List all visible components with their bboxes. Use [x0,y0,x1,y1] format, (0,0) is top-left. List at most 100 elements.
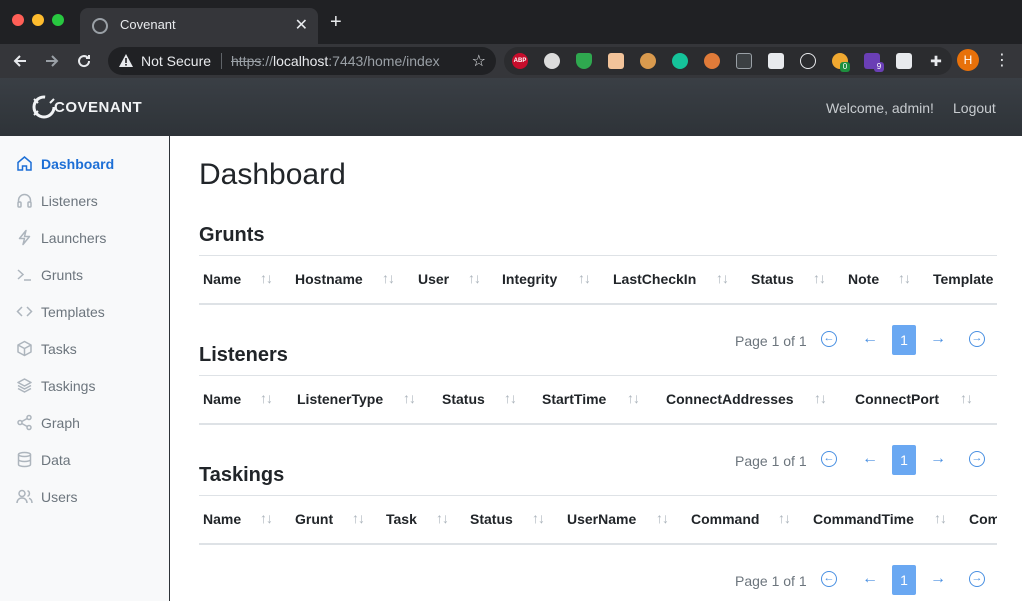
column-header[interactable]: Name [203,511,241,527]
previous-page-icon[interactable]: ← [859,328,881,350]
sidebar-item-launchers[interactable]: Launchers [0,219,168,256]
column-header[interactable]: StartTime [542,391,606,407]
column-header[interactable]: Command [691,511,759,527]
browser-tab[interactable]: Covenant ✕ [80,8,318,44]
column-header[interactable]: Status [442,391,485,407]
column-header[interactable]: Status [751,271,794,287]
sort-icon[interactable]: ↑↓ [403,390,416,406]
column-header[interactable]: Grunt [295,511,333,527]
extension-face-icon[interactable] [608,53,624,69]
privacy-shield-icon[interactable] [576,53,592,69]
profile-avatar[interactable]: H [957,49,979,71]
sort-icon[interactable]: ↑↓ [468,270,481,286]
sidebar-item-taskings[interactable]: Taskings [0,367,168,404]
sort-icon[interactable]: ↑↓ [814,390,827,406]
logout-link[interactable]: Logout [953,100,996,116]
next-page-icon[interactable]: → [927,568,949,590]
window-close-button[interactable] [12,14,24,26]
extension-cloud-icon[interactable] [544,53,560,69]
next-page-icon[interactable]: → [927,448,949,470]
sidebar-item-templates[interactable]: Templates [0,293,168,330]
page-number-button[interactable]: 1 [892,565,916,595]
page-number-button[interactable]: 1 [892,445,916,475]
new-tab-button[interactable]: + [330,12,342,32]
sidebar-item-tasks[interactable]: Tasks [0,330,168,367]
sort-icon[interactable]: ↑↓ [578,270,591,286]
last-page-icon[interactable]: → [969,571,985,587]
sidebar-item-grunts[interactable]: Grunts [0,256,168,293]
column-header[interactable]: Task [386,511,417,527]
tab-close-icon[interactable]: ✕ [295,15,308,35]
grammarly-icon[interactable] [672,53,688,69]
react-devtools-icon[interactable] [800,53,816,69]
last-page-icon[interactable]: → [969,331,985,347]
sort-icon[interactable]: ↑↓ [960,390,973,406]
sidebar-item-users[interactable]: Users [0,478,168,515]
previous-page-icon[interactable]: ← [859,448,881,470]
sort-icon[interactable]: ↑↓ [934,510,947,526]
column-header[interactable]: LastCheckIn [613,271,696,287]
first-page-icon[interactable]: ← [821,331,837,347]
home-icon [17,156,32,171]
browser-menu-icon[interactable]: ⋮ [994,50,1010,70]
sort-icon[interactable]: ↑↓ [627,390,640,406]
extension-folder-icon[interactable] [896,53,912,69]
column-header[interactable]: Name [203,271,241,287]
sidebar-item-data[interactable]: Data [0,441,168,478]
window-maximize-button[interactable] [52,14,64,26]
main-content: Dashboard Grunts Name ↑↓ Hostname ↑↓ Use… [170,136,1022,601]
column-header[interactable]: Template [933,271,993,287]
sort-icon[interactable]: ↑↓ [260,510,273,526]
extension-cookie-editor-icon[interactable] [704,53,720,69]
listeners-table-header: Name ↑↓ ListenerType ↑↓ Status ↑↓ StartT… [199,375,997,425]
column-header[interactable]: Com [969,511,997,527]
column-header[interactable]: CommandTime [813,511,914,527]
sort-icon[interactable]: ↑↓ [898,270,911,286]
previous-page-icon[interactable]: ← [859,568,881,590]
column-header[interactable]: User [418,271,449,287]
not-secure-label[interactable]: Not Secure [141,53,211,69]
next-page-icon[interactable]: → [927,328,949,350]
forward-button[interactable] [40,49,64,74]
url-text[interactable]: https://localhost:7443/home/index [231,53,440,69]
column-header[interactable]: Name [203,391,241,407]
sidebar-item-graph[interactable]: Graph [0,404,168,441]
back-button[interactable] [8,49,32,74]
bookmark-star-icon[interactable]: ☆ [472,51,486,71]
extension-doc-icon[interactable] [768,53,784,69]
column-header[interactable]: ConnectPort [855,391,939,407]
sort-icon[interactable]: ↑↓ [260,390,273,406]
sidebar-item-listeners[interactable]: Listeners [0,182,168,219]
sort-icon[interactable]: ↑↓ [260,270,273,286]
first-page-icon[interactable]: ← [821,451,837,467]
address-bar[interactable]: Not Secure https://localhost:7443/home/i… [108,47,496,75]
reload-button[interactable] [72,49,96,74]
sort-icon[interactable]: ↑↓ [382,270,395,286]
column-header[interactable]: Integrity [502,271,557,287]
window-minimize-button[interactable] [32,14,44,26]
cookie-icon[interactable] [640,53,656,69]
sort-icon[interactable]: ↑↓ [778,510,791,526]
listeners-pagination: Page 1 of 1 ← ← 1 → → [735,445,997,475]
first-page-icon[interactable]: ← [821,571,837,587]
sort-icon[interactable]: ↑↓ [436,510,449,526]
sort-icon[interactable]: ↑↓ [813,270,826,286]
puzzle-extensions-icon[interactable]: ✚ [928,53,944,69]
column-header[interactable]: Hostname [295,271,363,287]
sort-icon[interactable]: ↑↓ [716,270,729,286]
sort-icon[interactable]: ↑↓ [656,510,669,526]
sort-icon[interactable]: ↑↓ [504,390,517,406]
column-header[interactable]: Note [848,271,879,287]
sidebar-item-dashboard[interactable]: Dashboard [0,145,168,182]
covenant-favicon-icon [92,18,108,34]
column-header[interactable]: UserName [567,511,636,527]
adblock-plus-icon[interactable]: ABP [512,53,528,69]
column-header[interactable]: ListenerType [297,391,383,407]
column-header[interactable]: ConnectAddresses [666,391,794,407]
sort-icon[interactable]: ↑↓ [532,510,545,526]
last-page-icon[interactable]: → [969,451,985,467]
page-number-button[interactable]: 1 [892,325,916,355]
extension-dots-icon[interactable] [736,53,752,69]
sort-icon[interactable]: ↑↓ [352,510,365,526]
column-header[interactable]: Status [470,511,513,527]
